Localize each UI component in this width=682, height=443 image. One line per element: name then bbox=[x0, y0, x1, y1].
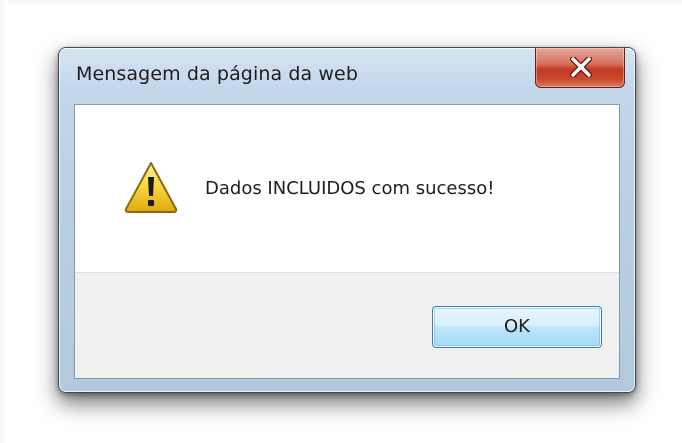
dialog-titlebar[interactable]: Mensagem da página da web bbox=[59, 48, 635, 103]
dialog-message: Dados INCLUIDOS com sucesso! bbox=[205, 178, 495, 199]
dialog-title: Mensagem da página da web bbox=[76, 63, 359, 85]
message-dialog: Mensagem da página da web Dados INCLUIDO… bbox=[58, 47, 636, 393]
close-button[interactable] bbox=[535, 48, 625, 88]
page-background bbox=[0, 0, 682, 8]
ok-button[interactable]: OK bbox=[432, 306, 602, 348]
button-bar: OK bbox=[75, 272, 619, 378]
dialog-content: Dados INCLUIDOS com sucesso! OK bbox=[74, 104, 620, 379]
page-background-edge bbox=[0, 0, 8, 443]
message-area: Dados INCLUIDOS com sucesso! bbox=[75, 105, 619, 273]
close-icon bbox=[570, 57, 592, 77]
warning-icon bbox=[124, 162, 178, 213]
